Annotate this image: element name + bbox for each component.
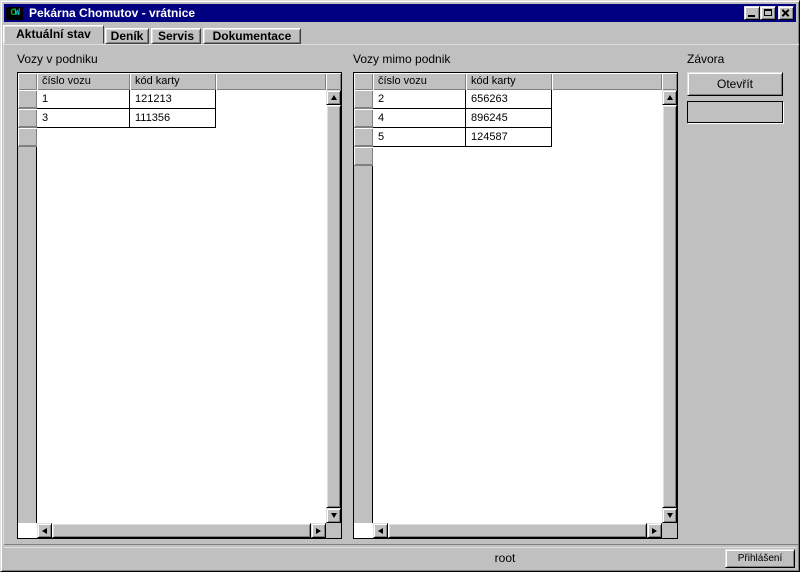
title-bar[interactable]: CW Pekárna Chomutov - vrátnice [4, 4, 796, 22]
column-header[interactable]: kód karty [130, 73, 216, 90]
arrow-down-icon [667, 513, 673, 518]
scroll-right-button[interactable] [311, 523, 326, 538]
horizontal-scrollbar-thumb[interactable] [388, 523, 647, 538]
window-title: Pekárna Chomutov - vrátnice [29, 6, 195, 20]
table-cell[interactable]: 124587 [466, 128, 552, 147]
row-selector[interactable] [354, 90, 373, 109]
row-selector[interactable] [354, 128, 373, 147]
scroll-left-button[interactable] [373, 523, 388, 538]
header-filler [662, 73, 677, 90]
header-filler [552, 73, 662, 90]
arrow-left-icon [378, 528, 383, 534]
scroll-up-button[interactable] [662, 90, 677, 105]
minimize-icon [748, 15, 755, 17]
horizontal-scrollbar[interactable] [373, 523, 662, 538]
login-button[interactable]: Přihlášení [725, 549, 795, 568]
table-cell[interactable]: 5 [373, 128, 466, 147]
application-window: CW Pekárna Chomutov - vrátnice Aktuální … [0, 0, 800, 572]
table-cell[interactable]: 4 [373, 109, 466, 128]
table-cell[interactable]: 111356 [130, 109, 216, 128]
vehicles-out-table: číslo vozukód karty265626348962455124587 [353, 72, 678, 539]
scroll-left-button[interactable] [37, 523, 52, 538]
vertical-scrollbar[interactable] [662, 90, 677, 523]
table-cell[interactable]: 2 [373, 90, 466, 109]
header-filler [18, 73, 37, 90]
scroll-down-button[interactable] [662, 508, 677, 523]
row-selector[interactable] [18, 109, 37, 128]
status-bar: root Přihlášení [4, 547, 796, 568]
arrow-right-icon [652, 528, 657, 534]
table-cell[interactable]: 121213 [130, 90, 216, 109]
table-cell[interactable]: 1 [37, 90, 130, 109]
vehicles-out-label: Vozy mimo podnik [353, 52, 450, 66]
tab-aktualni-stav[interactable]: Aktuální stav [3, 25, 104, 44]
scroll-down-button[interactable] [326, 508, 341, 523]
maximize-button[interactable] [760, 6, 776, 20]
arrow-down-icon [331, 513, 337, 518]
arrow-left-icon [42, 528, 47, 534]
barrier-status-field [687, 101, 783, 123]
vertical-scrollbar[interactable] [326, 90, 341, 523]
column-header[interactable]: číslo vozu [37, 73, 130, 90]
minimize-button[interactable] [744, 6, 760, 20]
tab-denik[interactable]: Deník [105, 28, 149, 44]
arrow-right-icon [316, 528, 321, 534]
table-cell[interactable]: 3 [37, 109, 130, 128]
arrow-up-icon [667, 95, 673, 100]
vehicles-in-label: Vozy v podniku [17, 52, 98, 66]
row-selector[interactable] [354, 109, 373, 128]
scrollbar-corner [326, 523, 341, 538]
vehicles-in-table: číslo vozukód karty11212133111356 [17, 72, 342, 539]
scroll-right-button[interactable] [647, 523, 662, 538]
new-row-selector[interactable] [18, 128, 37, 147]
vertical-scrollbar-thumb[interactable] [662, 105, 677, 508]
horizontal-scrollbar-thumb[interactable] [52, 523, 311, 538]
current-user: root [214, 551, 796, 565]
tab-dokumentace[interactable]: Dokumentace [203, 28, 301, 44]
horizontal-scrollbar[interactable] [37, 523, 326, 538]
column-header[interactable]: číslo vozu [373, 73, 466, 90]
barrier-label: Závora [687, 52, 724, 66]
window-controls [744, 6, 794, 20]
barrier-open-button[interactable]: Otevřít [687, 72, 783, 96]
tab-servis[interactable]: Servis [151, 28, 201, 44]
table-cell[interactable]: 656263 [466, 90, 552, 109]
row-selector-column [18, 90, 37, 523]
app-icon-letter-w: W [15, 7, 19, 20]
vertical-scrollbar-thumb[interactable] [326, 105, 341, 508]
arrow-up-icon [331, 95, 337, 100]
scroll-up-button[interactable] [326, 90, 341, 105]
app-icon: CW [6, 7, 23, 20]
scrollbar-corner [662, 523, 677, 538]
row-selector[interactable] [18, 90, 37, 109]
column-header[interactable]: kód karty [466, 73, 552, 90]
table-cell[interactable]: 896245 [466, 109, 552, 128]
header-filler [216, 73, 326, 90]
tab-page-aktualni-stav: Vozy v podniku Vozy mimo podnik Závora č… [3, 44, 799, 545]
new-row-selector[interactable] [354, 147, 373, 166]
maximize-icon [764, 9, 772, 16]
close-button[interactable] [778, 6, 794, 20]
header-filler [354, 73, 373, 90]
header-filler [326, 73, 341, 90]
